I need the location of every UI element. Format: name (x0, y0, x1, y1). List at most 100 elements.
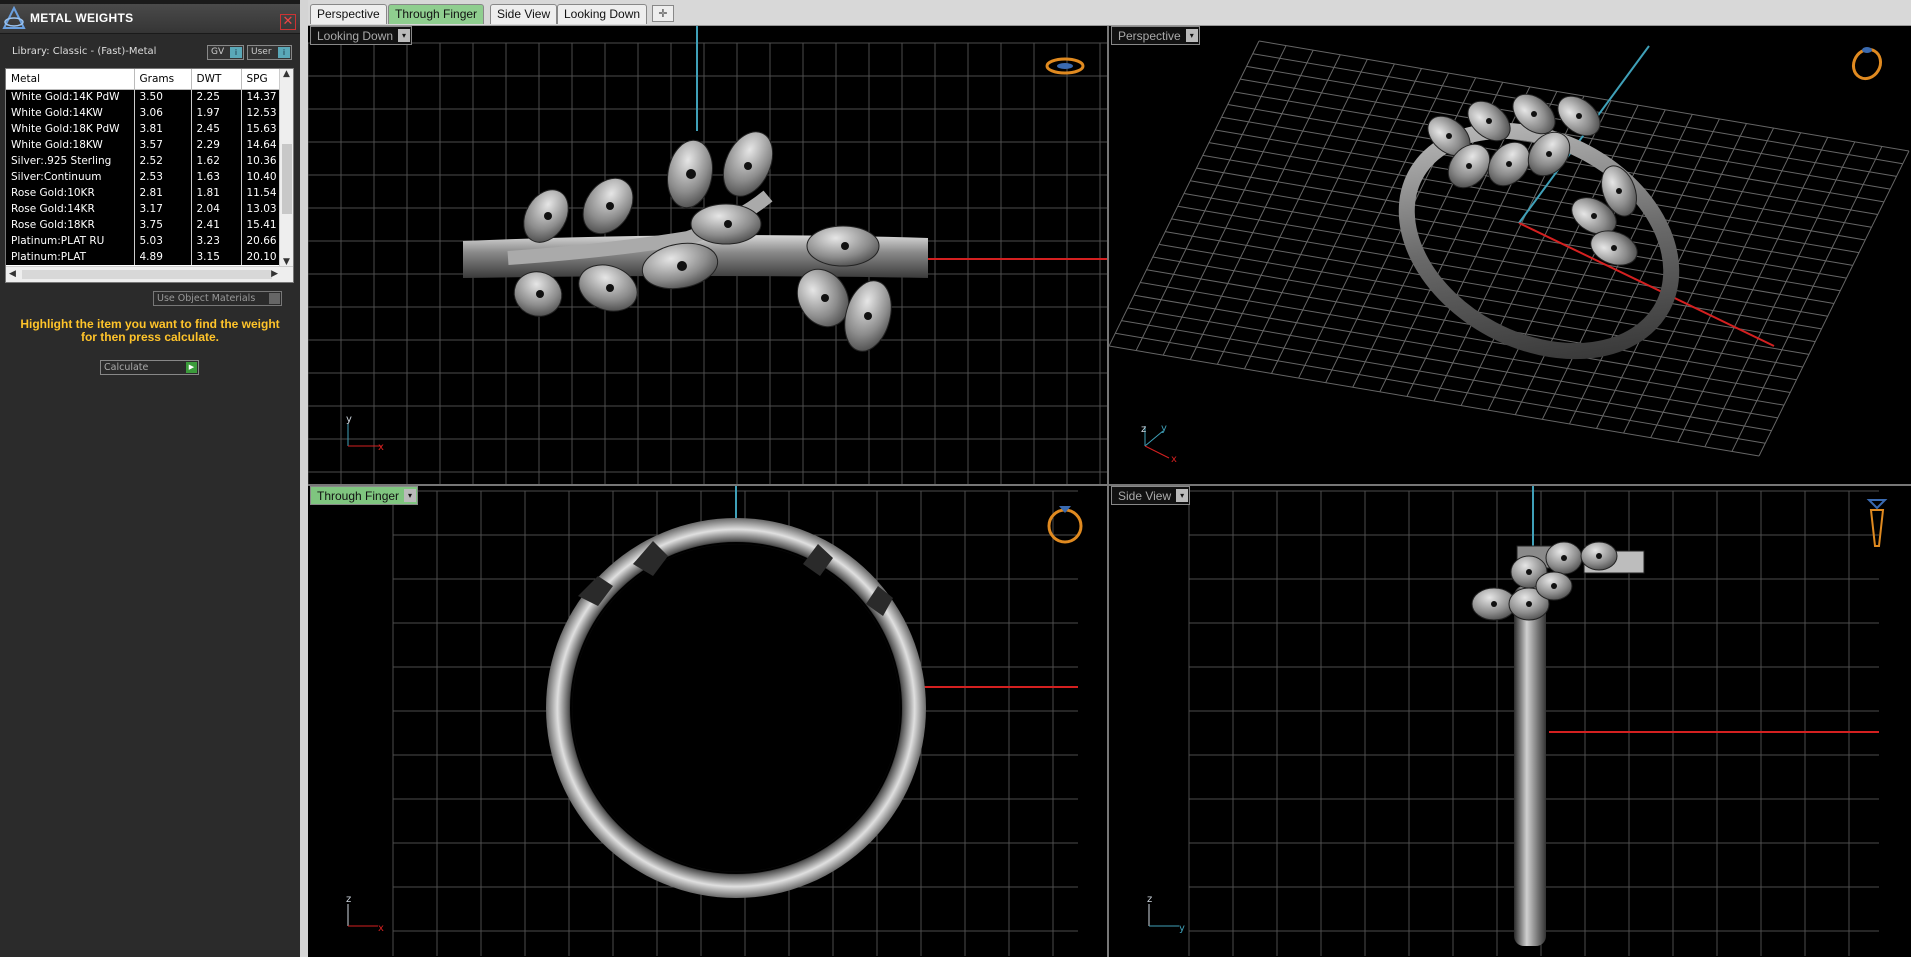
info-icon: i (278, 47, 290, 58)
tab-through-finger[interactable]: Through Finger (388, 4, 485, 24)
cell-grams: 3.57 (134, 137, 192, 153)
user-toggle[interactable]: User i (247, 45, 292, 60)
scroll-up-icon[interactable]: ▲ (283, 69, 290, 79)
scroll-right-icon[interactable]: ▶ (271, 269, 278, 279)
cell-spg: 14.64 (241, 137, 282, 153)
ring-front-shape (546, 518, 926, 898)
viewport-label-through-finger[interactable]: Through Finger ▾ (310, 486, 419, 505)
cell-metal: Rose Gold:10KR (6, 185, 135, 201)
viewport-label-side-view[interactable]: Side View ▾ (1111, 486, 1191, 505)
viewport-perspective[interactable]: z y x Perspective ▾ (1109, 26, 1911, 484)
cell-metal: Platinum:PLAT RU (6, 233, 135, 249)
scroll-thumb[interactable] (282, 144, 292, 214)
chevron-down-icon[interactable]: ▾ (1176, 489, 1189, 502)
cell-metal: Rose Gold:14KR (6, 201, 135, 217)
panel-splitter[interactable] (300, 0, 308, 957)
gizmo-ring-icon (1045, 57, 1085, 75)
cell-metal: White Gold:14KW (6, 105, 135, 121)
horizontal-scrollbar[interactable]: ◀ ▶ (6, 266, 293, 282)
cell-dwt: 2.41 (191, 217, 242, 233)
axis-indicator-icon: z y (1147, 894, 1185, 934)
table-row[interactable]: Silver:Continuum 2.53 1.63 10.40 (6, 169, 282, 185)
cell-grams: 3.75 (134, 217, 192, 233)
table-row[interactable]: Platinum:PLAT 4.89 3.15 20.10 (6, 249, 282, 265)
axis-label-y: y (346, 414, 352, 425)
cell-metal: White Gold:18K PdW (6, 121, 135, 137)
viewport-label-text: Through Finger (317, 489, 400, 503)
viewport-label-text: Side View (1118, 489, 1172, 503)
cell-spg: 20.66 (241, 233, 282, 249)
library-label: Library: Classic - (Fast)-Metal (12, 46, 157, 57)
column-header-spg[interactable]: SPG (241, 69, 282, 90)
tab-looking-down[interactable]: Looking Down (557, 4, 648, 24)
gizmo-ring-icon (1866, 499, 1888, 547)
axis-label-y: y (1179, 923, 1185, 934)
cell-metal: Rose Gold:18KR (6, 217, 135, 233)
table-row[interactable]: Rose Gold:14KR 3.17 2.04 13.03 (6, 201, 282, 217)
chevron-down-icon[interactable]: ▾ (1185, 29, 1198, 42)
use-object-materials-toggle[interactable]: Use Object Materials (153, 291, 282, 306)
instruction-text: Highlight the item you want to find the … (10, 318, 290, 344)
axis-label-x: x (378, 923, 384, 934)
chevron-down-icon[interactable]: ▾ (404, 489, 417, 502)
add-tab-icon[interactable]: ✛ (652, 5, 674, 22)
viewport-label-text: Perspective (1118, 29, 1181, 43)
chevron-down-icon[interactable]: ▾ (398, 29, 411, 42)
close-icon[interactable]: ✕ (280, 14, 296, 30)
axis-indicator-icon: y x (346, 414, 384, 453)
cell-metal: Silver:.925 Sterling (6, 153, 135, 169)
table-header-row: Metal Grams DWT SPG (6, 69, 282, 90)
viewport-label-perspective[interactable]: Perspective ▾ (1111, 26, 1200, 45)
panel-titlebar: METAL WEIGHTS ✕ (0, 4, 300, 34)
table-row[interactable]: White Gold:18KW 3.57 2.29 14.64 (6, 137, 282, 153)
axis-indicator-icon: z x (346, 894, 384, 934)
cell-dwt: 1.62 (191, 153, 242, 169)
calculate-label: Calculate (104, 362, 149, 373)
column-header-dwt[interactable]: DWT (191, 69, 242, 90)
tab-side-view[interactable]: Side View (490, 4, 558, 24)
viewport-looking-down[interactable]: y x Looking Down ▾ (308, 26, 1107, 484)
instruction-line: for then press calculate. (80, 330, 220, 344)
column-header-grams[interactable]: Grams (134, 69, 192, 90)
viewport-side-view[interactable]: z y Side View ▾ (1109, 486, 1911, 957)
column-header-metal[interactable]: Metal (6, 69, 135, 90)
scroll-thumb[interactable] (22, 270, 272, 279)
cell-spg: 10.40 (241, 169, 282, 185)
cell-spg: 12.53 (241, 105, 282, 121)
cell-spg: 15.63 (241, 121, 282, 137)
table-row[interactable]: Rose Gold:10KR 2.81 1.81 11.54 (6, 185, 282, 201)
axis-label-x: x (378, 442, 384, 453)
axis-label-y: y (1161, 423, 1167, 434)
cell-metal: White Gold:14K PdW (6, 89, 135, 105)
cell-metal: Silver:Continuum (6, 169, 135, 185)
table-row[interactable]: White Gold:14KW 3.06 1.97 12.53 (6, 105, 282, 121)
calculate-button[interactable]: Calculate ▶ (100, 360, 199, 375)
cell-dwt: 2.25 (191, 89, 242, 105)
cell-dwt: 1.97 (191, 105, 242, 121)
cell-grams: 3.17 (134, 201, 192, 217)
ring-shank-shape (1514, 586, 1546, 946)
cell-spg: 13.03 (241, 201, 282, 217)
cell-grams: 2.53 (134, 169, 192, 185)
cell-dwt: 3.15 (191, 249, 242, 265)
table-row[interactable]: White Gold:14K PdW 3.50 2.25 14.37 (6, 89, 282, 105)
tab-perspective[interactable]: Perspective (310, 4, 387, 24)
metal-table-container: Metal Grams DWT SPG White Gold:14K PdW 3.… (5, 68, 294, 283)
viewport-canvas: y x (308, 26, 1107, 484)
info-icon: i (230, 47, 242, 58)
table-row[interactable]: Silver:.925 Sterling 2.52 1.62 10.36 (6, 153, 282, 169)
cell-metal: White Gold:18KW (6, 137, 135, 153)
gizmo-ring-icon (1047, 506, 1083, 544)
gv-toggle[interactable]: GV i (207, 45, 244, 60)
scroll-left-icon[interactable]: ◀ (9, 269, 16, 279)
metal-table: Metal Grams DWT SPG White Gold:14K PdW 3.… (6, 69, 282, 265)
table-row[interactable]: Platinum:PLAT RU 5.03 3.23 20.66 (6, 233, 282, 249)
vertical-scrollbar[interactable]: ▲ ▼ (279, 69, 293, 267)
cell-dwt: 1.63 (191, 169, 242, 185)
axis-label-z: z (1141, 424, 1146, 435)
table-row[interactable]: White Gold:18K PdW 3.81 2.45 15.63 (6, 121, 282, 137)
cell-metal: Platinum:PLAT (6, 249, 135, 265)
table-row[interactable]: Rose Gold:18KR 3.75 2.41 15.41 (6, 217, 282, 233)
viewport-label-looking-down[interactable]: Looking Down ▾ (310, 26, 413, 45)
viewport-through-finger[interactable]: z x Through Finger ▾ (308, 486, 1107, 957)
